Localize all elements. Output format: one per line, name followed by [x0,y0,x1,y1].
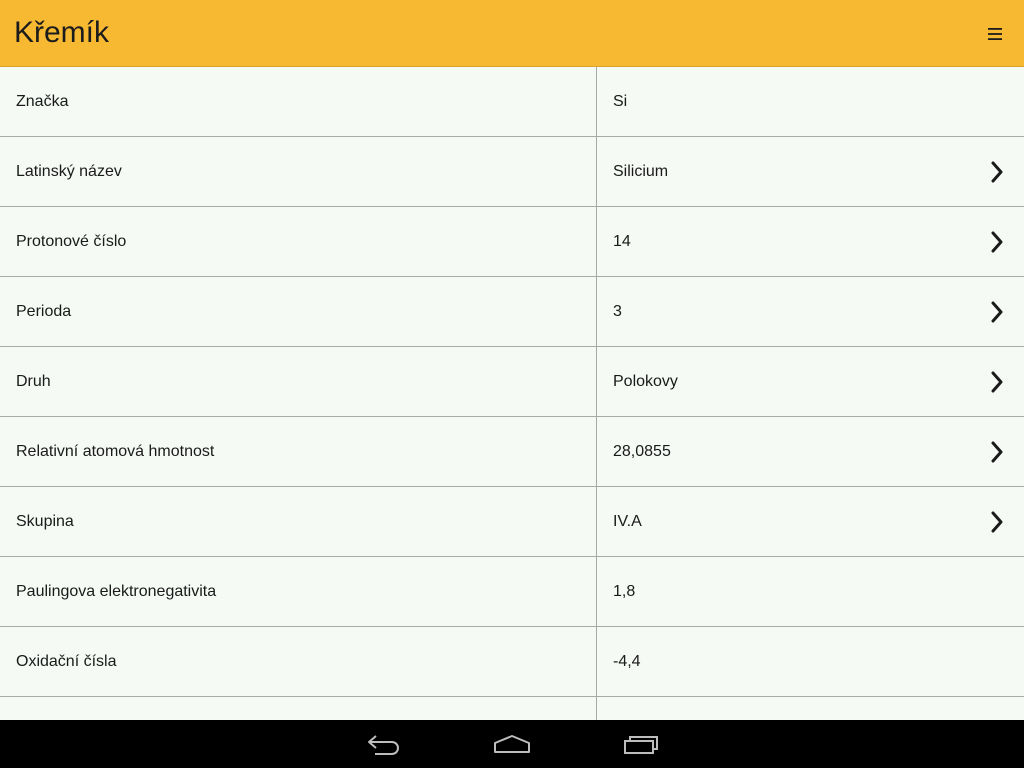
column-divider [596,557,597,627]
list-item[interactable]: Perioda 3 [0,277,1024,347]
column-divider [596,67,597,137]
property-value: 3 [613,302,622,320]
property-label: Latinský název [16,162,122,180]
property-value [613,697,953,720]
property-label: Značka [16,92,69,110]
chevron-right-icon [990,510,1004,534]
column-divider [596,417,597,487]
property-label: Oxidační čísla [16,652,117,670]
property-value: IV.A [613,512,642,530]
property-label: Protonové číslo [16,232,127,250]
property-label: Relativní atomová hmotnost [16,442,215,460]
chevron-right-icon [990,440,1004,464]
chevron-right-icon [990,300,1004,324]
list-item: Oxidační čísla -4,4 [0,627,1024,697]
chevron-right-icon [990,230,1004,254]
column-divider [596,137,597,207]
property-label: Paulingova elektronegativita [16,582,217,600]
chevron-right-icon [990,370,1004,394]
list-item [0,697,1024,720]
app-bar: Křemík [0,0,1024,67]
property-label: Druh [16,372,51,390]
page-title: Křemík [14,16,110,49]
back-button[interactable] [360,728,408,760]
menu-button[interactable] [982,20,1008,48]
property-value: Silicium [613,162,669,180]
list-item: Značka Si [0,67,1024,137]
list-item[interactable]: Druh Polokovy [0,347,1024,417]
property-value: 1,8 [613,582,636,600]
property-label: Skupina [16,512,74,530]
home-icon [494,735,530,753]
column-divider [596,347,597,417]
recent-apps-icon [624,736,658,754]
property-label [16,697,586,720]
home-button[interactable] [488,728,536,760]
list-item[interactable]: Skupina IV.A [0,487,1024,557]
column-divider [596,207,597,277]
list-item: Paulingova elektronegativita 1,8 [0,557,1024,627]
back-icon [368,735,399,755]
system-nav-bar [0,720,1024,768]
list-item[interactable]: Protonové číslo 14 [0,207,1024,277]
property-value: Si [613,92,628,110]
property-value: 28,0855 [613,442,671,460]
property-value: -4,4 [613,652,641,670]
column-divider [596,627,597,697]
property-list[interactable]: Značka Si Latinský název Silicium Proton… [0,67,1024,720]
list-item[interactable]: Relativní atomová hmotnost 28,0855 [0,417,1024,487]
recent-apps-button[interactable] [617,728,665,760]
property-label: Perioda [16,302,72,320]
column-divider [596,697,597,720]
column-divider [596,487,597,557]
property-value: Polokovy [613,372,678,390]
list-item[interactable]: Latinský název Silicium [0,137,1024,207]
hamburger-icon [988,28,1002,40]
chevron-right-icon [990,160,1004,184]
property-value: 14 [613,232,631,250]
column-divider [596,277,597,347]
